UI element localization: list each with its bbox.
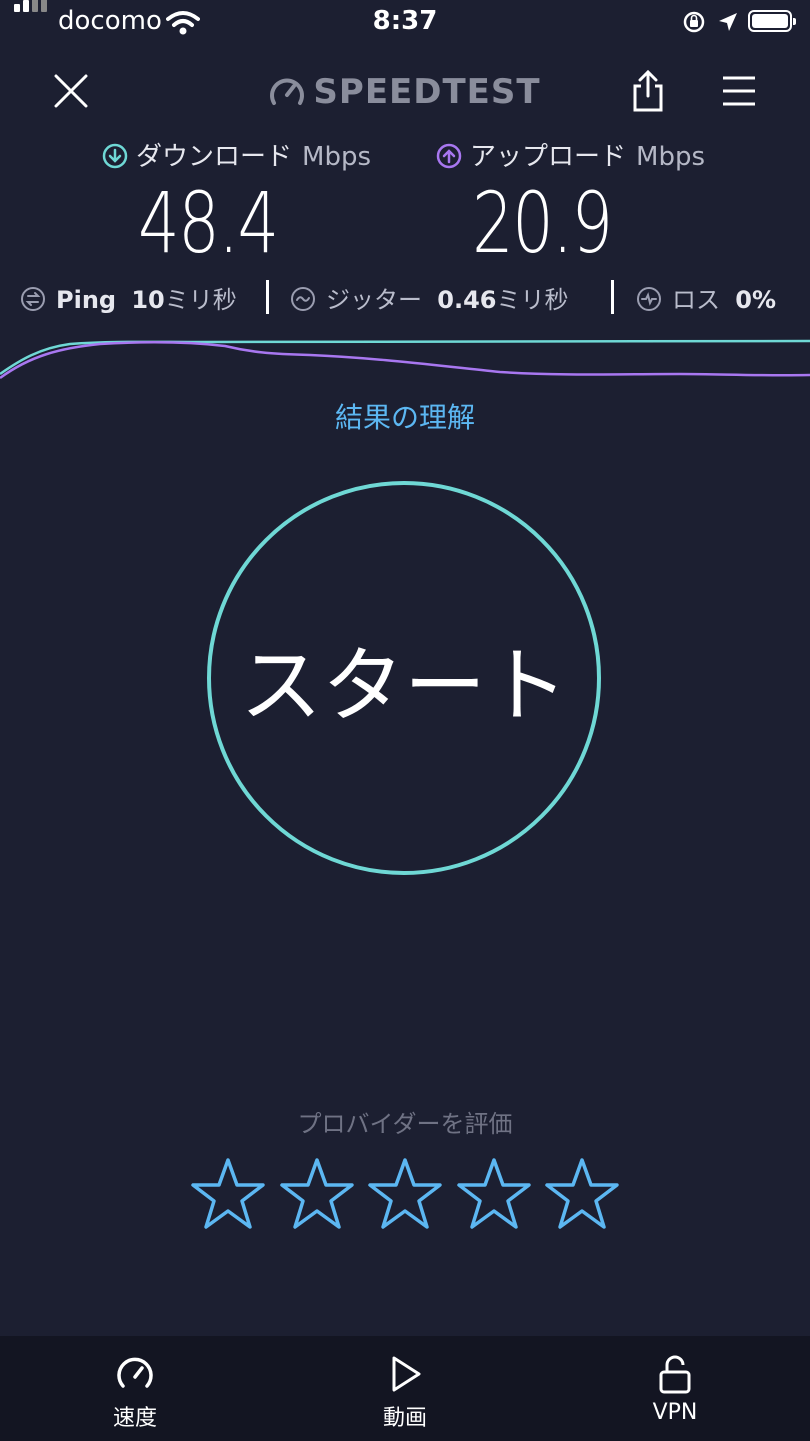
ping-metric: Ping 10ミリ秒 [20,280,237,315]
lock-icon [659,1355,691,1394]
star-icon-3[interactable] [367,1156,443,1232]
speedtest-logo: SPEEDTEST [0,72,810,112]
jitter-metric: ジッター 0.46ミリ秒 [290,280,568,315]
download-label: ダウンロード Mbps [102,136,371,173]
status-bar: docomo 8:37 [0,0,810,48]
download-value: 48.4 [138,174,279,272]
location-icon [719,13,737,31]
play-icon [392,1356,421,1392]
metric-divider [266,280,269,314]
upload-value: 20.9 [472,174,613,272]
share-icon[interactable] [630,70,666,112]
tab-vpn[interactable]: VPN [575,1336,775,1441]
rate-provider-label: プロバイダーを評価 [297,1110,513,1138]
download-arrow-icon [102,143,128,168]
loss-metric: ロス 0% [636,280,776,315]
star-icon-1[interactable] [190,1156,266,1232]
logo-text: SPEEDTEST [313,72,541,112]
start-button-label[interactable]: スタート [207,481,601,875]
download-graph-line [0,339,810,376]
upload-arrow-icon [436,143,462,168]
speed-graph [0,339,810,380]
loss-icon [637,287,661,311]
metric-divider [611,280,614,314]
menu-icon[interactable] [722,76,756,106]
tab-video[interactable]: 動画 [305,1336,505,1441]
gauge-icon [270,78,305,105]
star-icon-4[interactable] [456,1156,532,1232]
tab-vpn-label: VPN [652,1400,698,1425]
understand-results-link[interactable]: 結果の理解 [0,396,810,436]
upload-label: アップロード Mbps [436,136,705,173]
rotation-lock-icon [683,11,705,33]
jitter-icon [291,287,315,311]
speedometer-icon [117,1357,153,1388]
tab-speed[interactable]: 速度 [35,1336,235,1441]
star-icon-2[interactable] [279,1156,355,1232]
star-icon-5[interactable] [544,1156,620,1232]
tab-speed-label: 速度 [112,1406,157,1431]
tab-video-label: 動画 [382,1406,427,1431]
battery-icon [748,10,796,32]
ping-icon [21,287,45,311]
upload-graph-line [0,341,810,380]
